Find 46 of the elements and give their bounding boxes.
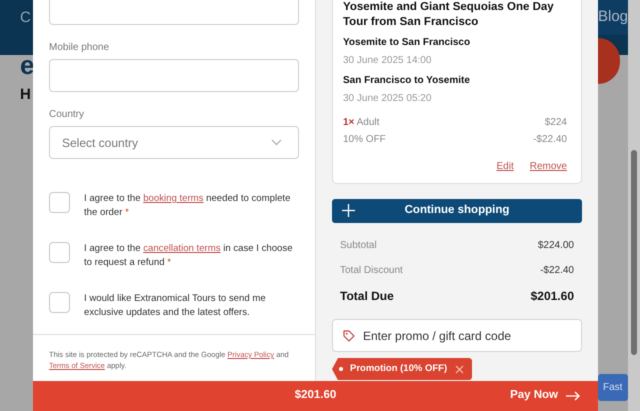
- terms-link[interactable]: booking terms: [143, 193, 204, 204]
- chevron-icon: [271, 139, 282, 146]
- input-field[interactable]: [49, 59, 299, 92]
- line-label: 1× Adult: [343, 116, 380, 130]
- total-value: $201.60: [530, 288, 574, 304]
- pay-amount: $201.60: [294, 388, 336, 404]
- date-text: 30 June 2025 05:20: [343, 92, 432, 106]
- action-link[interactable]: Remove: [530, 159, 567, 174]
- fast-button[interactable]: Fast: [598, 374, 628, 400]
- pay-now-button[interactable]: Pay Now: [504, 381, 586, 411]
- close-icon[interactable]: [455, 364, 464, 374]
- line-amount: -$22.40: [533, 133, 567, 147]
- scrollbar[interactable]: [628, 0, 640, 411]
- promo-tag: Promotion (10% OFF): [332, 358, 472, 380]
- checkbox[interactable]: [49, 192, 70, 213]
- line-amount: $224: [544, 116, 567, 130]
- page-heading: H: [20, 84, 32, 104]
- total-label: Total Due: [340, 288, 394, 304]
- input-field[interactable]: [49, 0, 299, 25]
- route-label: San Francisco to Yosemite: [343, 74, 471, 88]
- checkbox[interactable]: [49, 242, 70, 263]
- route-label: Yosemite to San Francisco: [343, 36, 472, 50]
- logo[interactable]: e: [20, 52, 33, 78]
- total-label: Total Discount: [340, 264, 403, 278]
- country-select[interactable]: Select country: [49, 126, 299, 159]
- tour-title: Yosemite and Giant Sequoias One Day Tour from San Francisco: [343, 0, 555, 30]
- line-label: 10% OFF: [343, 133, 386, 147]
- plus-icon: [342, 204, 355, 217]
- field-label: Country: [49, 108, 86, 122]
- nav-link[interactable]: C: [0, 0, 33, 30]
- continue-shopping-button[interactable]: Continue shopping: [332, 199, 582, 223]
- total-value: -$22.40: [540, 264, 574, 278]
- nav-link[interactable]: Blog: [598, 0, 628, 34]
- terms-link[interactable]: cancellation terms: [143, 243, 221, 254]
- consent-text: I agree to the cancellation terms in case I choose to request a refund *: [84, 242, 294, 270]
- tag-icon: [343, 330, 355, 342]
- consent-text: I agree to the booking terms needed to complete the order *: [84, 192, 292, 220]
- promo-code-field[interactable]: Enter promo / gift card code: [332, 319, 582, 352]
- checkbox[interactable]: [49, 292, 70, 313]
- total-label: Subtotal: [340, 239, 377, 253]
- consent-text: I would like Extranomical Tours to send me exclusive updates and the latest offers.: [84, 292, 267, 320]
- action-link[interactable]: Edit: [496, 159, 514, 174]
- date-text: 30 June 2025 14:00: [343, 54, 432, 68]
- arrow-icon: [566, 391, 580, 401]
- total-value: $224.00: [538, 239, 574, 253]
- field-label: Mobile phone: [49, 41, 110, 55]
